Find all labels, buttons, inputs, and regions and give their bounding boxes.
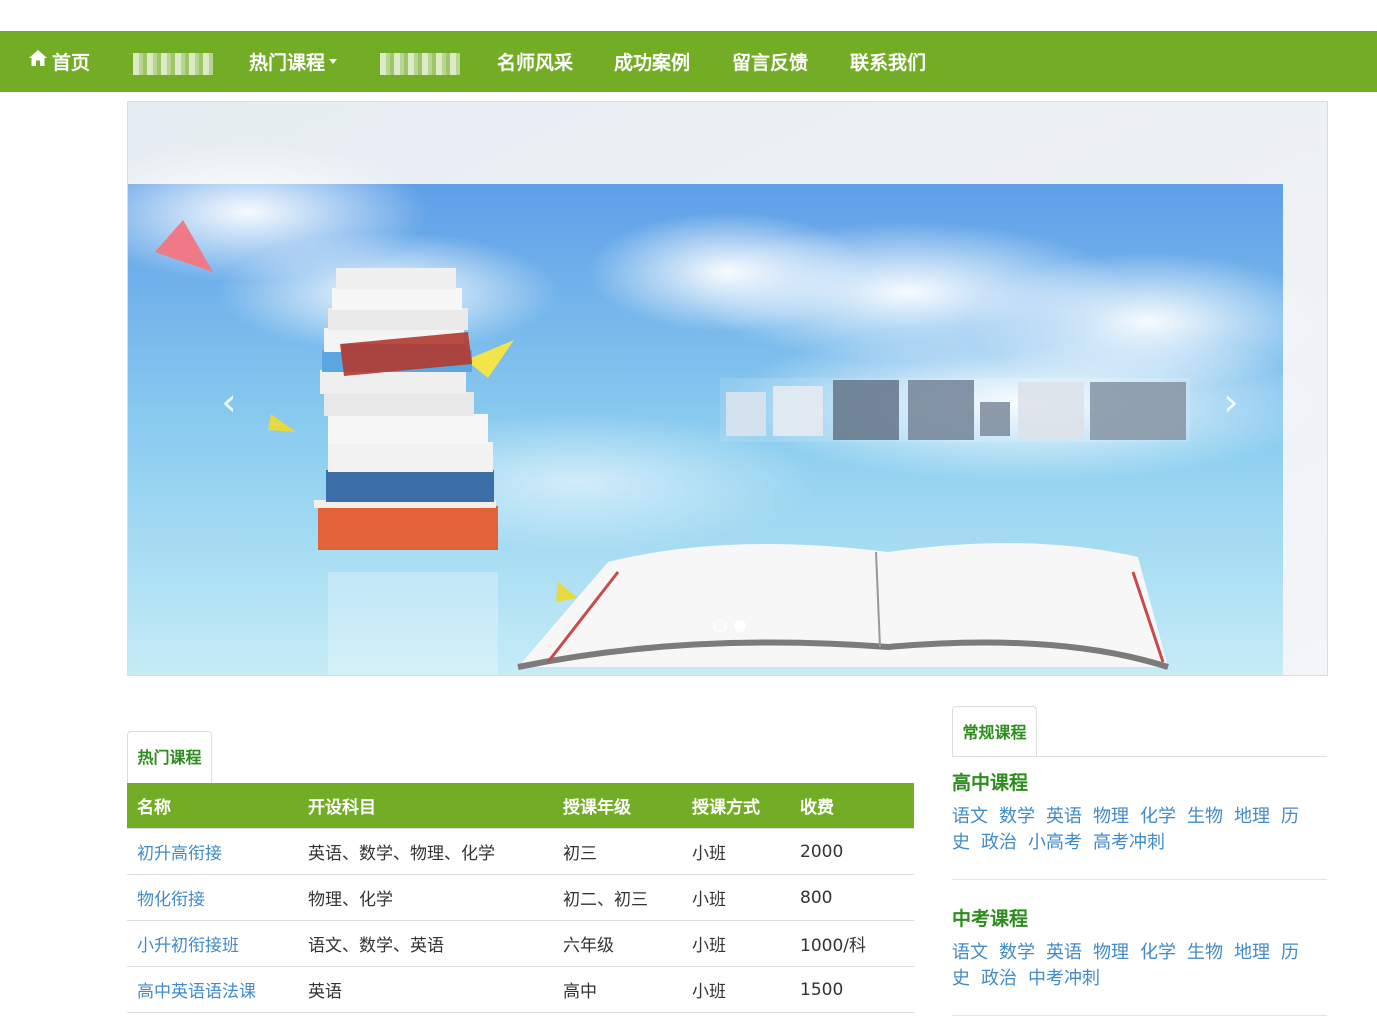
subject-link[interactable]: 中考冲刺	[1028, 968, 1100, 989]
section-divider	[952, 1015, 1327, 1016]
subject-link[interactable]: 政治	[981, 968, 1017, 989]
course-link[interactable]: 高中英语语法课	[137, 982, 256, 1002]
subject-link[interactable]: 化学	[1140, 942, 1176, 963]
carousel-dot-1[interactable]	[714, 620, 726, 632]
middle-school-title: 中考课程	[952, 908, 1029, 930]
top-strip	[0, 0, 1377, 31]
table-header-row: 名称 开设科目 授课年级 授课方式 收费	[127, 783, 914, 829]
main-navbar: 首页 热门课程 名师风采 成功案例 留言反馈 联系我们	[0, 31, 1377, 92]
table-cell: 2000	[790, 828, 914, 875]
caret-down-icon	[329, 59, 338, 64]
high-school-title: 高中课程	[952, 772, 1029, 794]
subject-link[interactable]: 物理	[1093, 806, 1129, 827]
carousel-dot-2[interactable]	[734, 620, 746, 632]
high-school-links: 语文 数学 英语 物理 化学 生物 地理 历史 政治 小高考 高考冲刺	[952, 804, 1327, 856]
banner-image	[128, 102, 1327, 675]
nav-contact[interactable]: 联系我们	[850, 31, 926, 92]
subject-link[interactable]: 政治	[981, 832, 1017, 853]
subject-link[interactable]: 语文	[952, 942, 988, 963]
table-cell: 800	[790, 874, 914, 921]
subject-link[interactable]: 地理	[1234, 942, 1270, 963]
section-divider	[952, 879, 1327, 880]
middle-school-links: 语文 数学 英语 物理 化学 生物 地理 历史 政治 中考冲刺	[952, 940, 1327, 992]
nav-home[interactable]: 首页	[28, 31, 90, 92]
table-cell: 高中	[553, 966, 682, 1013]
subject-link[interactable]: 高考冲刺	[1093, 832, 1165, 853]
table-row: 小升初衔接班 语文、数学、英语 六年级 小班 1000/科	[127, 920, 914, 967]
subject-link[interactable]: 英语	[1046, 942, 1082, 963]
nav-home-label: 首页	[52, 52, 91, 74]
nav-hot-courses[interactable]: 热门课程	[249, 31, 338, 92]
carousel-prev[interactable]: ‹	[214, 382, 244, 422]
nav-teachers[interactable]: 名师风采	[497, 31, 573, 92]
table-row: 物化衔接 物理、化学 初二、初三 小班 800	[127, 874, 914, 921]
subject-link[interactable]: 生物	[1187, 806, 1223, 827]
col-name: 名称	[127, 783, 298, 829]
table-row: 高中英语语法课 英语 高中 小班 1500	[127, 966, 914, 1013]
course-link[interactable]: 物化衔接	[137, 890, 205, 910]
table-cell: 小班	[682, 966, 790, 1013]
nav-feedback[interactable]: 留言反馈	[732, 31, 808, 92]
table-cell: 英语、数学、物理、化学	[298, 828, 553, 875]
banner-carousel: ‹ ›	[127, 101, 1328, 676]
tab-regular-courses[interactable]: 常规课程	[952, 706, 1037, 757]
subject-link[interactable]: 语文	[952, 806, 988, 827]
col-subjects: 开设科目	[298, 783, 553, 829]
table-cell: 六年级	[553, 920, 682, 967]
course-link[interactable]: 初升高衔接	[137, 844, 222, 864]
col-fee: 收费	[790, 783, 914, 829]
table-cell: 初三	[553, 828, 682, 875]
table-cell: 英语	[298, 966, 553, 1013]
hot-courses-table: 名称 开设科目 授课年级 授课方式 收费 初升高衔接 英语、数学、物理、化学 初…	[127, 783, 914, 1013]
table-cell: 小班	[682, 874, 790, 921]
col-grade: 授课年级	[553, 783, 682, 829]
table-cell: 小班	[682, 920, 790, 967]
home-icon	[28, 29, 48, 93]
table-cell: 物理、化学	[298, 874, 553, 921]
carousel-indicators	[710, 617, 750, 636]
nav-item-obscured-2[interactable]	[380, 53, 460, 75]
col-mode: 授课方式	[682, 783, 790, 829]
subject-link[interactable]: 小高考	[1028, 832, 1082, 853]
table-cell: 1000/科	[790, 920, 914, 967]
table-cell: 初二、初三	[553, 874, 682, 921]
nav-cases[interactable]: 成功案例	[614, 31, 690, 92]
table-cell: 1500	[790, 966, 914, 1013]
subject-link[interactable]: 化学	[1140, 806, 1176, 827]
tab-divider	[952, 756, 1327, 757]
nav-item-obscured-1[interactable]	[133, 53, 213, 75]
subject-link[interactable]: 数学	[999, 806, 1035, 827]
table-row: 初升高衔接 英语、数学、物理、化学 初三 小班 2000	[127, 828, 914, 875]
table-cell: 语文、数学、英语	[298, 920, 553, 967]
course-link[interactable]: 小升初衔接班	[137, 936, 239, 956]
subject-link[interactable]: 数学	[999, 942, 1035, 963]
nav-hot-courses-label: 热门课程	[249, 52, 326, 74]
subject-link[interactable]: 英语	[1046, 806, 1082, 827]
subject-link[interactable]: 地理	[1234, 806, 1270, 827]
carousel-next[interactable]: ›	[1216, 382, 1246, 422]
tab-hot-courses[interactable]: 热门课程	[127, 731, 212, 783]
table-cell: 小班	[682, 828, 790, 875]
subject-link[interactable]: 生物	[1187, 942, 1223, 963]
subject-link[interactable]: 物理	[1093, 942, 1129, 963]
